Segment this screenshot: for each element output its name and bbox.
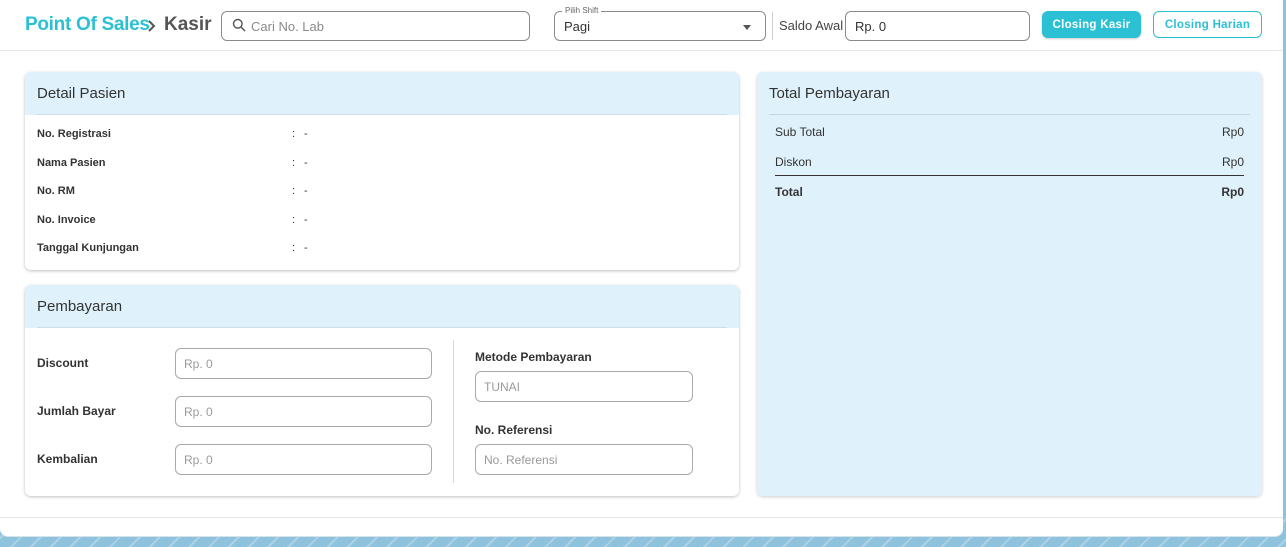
no-referensi-input[interactable]	[475, 444, 693, 475]
kembalian-label: Kembalian	[37, 452, 98, 466]
pembayaran-title: Pembayaran	[37, 298, 123, 315]
metode-pembayaran-input[interactable]	[475, 371, 693, 402]
divider	[37, 114, 727, 115]
detail-value-no-registrasi: -	[304, 128, 308, 140]
total-pembayaran-panel: Total Pembayaran Sub Total Rp0 Diskon Rp…	[757, 72, 1262, 496]
detail-label-tanggal-kunjungan: Tanggal Kunjungan	[37, 242, 139, 254]
breadcrumb-separator	[147, 14, 157, 39]
search-icon	[232, 18, 246, 32]
closing-harian-button[interactable]: Closing Harian	[1153, 11, 1262, 38]
total-label: Total	[775, 185, 803, 199]
shift-select-label: Pilih Shift	[562, 6, 602, 15]
caret-down-icon[interactable]	[743, 25, 751, 30]
metode-pembayaran-label: Metode Pembayaran	[475, 350, 592, 364]
detail-value-no-rm: -	[304, 185, 308, 197]
detail-value-tanggal-kunjungan: -	[304, 242, 308, 254]
detail-value-no-invoice: -	[304, 214, 308, 226]
diskon-label: Diskon	[775, 155, 812, 169]
no-referensi-label: No. Referensi	[475, 423, 553, 437]
jumlah-bayar-input[interactable]	[175, 396, 432, 427]
main-card: Point Of Sales Kasir Pilih Shift Pagi Sa…	[0, 0, 1283, 537]
shift-select[interactable]: Pilih Shift Pagi	[554, 6, 766, 41]
detail-pasien-title: Detail Pasien	[37, 85, 126, 102]
divider	[769, 114, 1250, 115]
detail-colon: :	[292, 214, 296, 226]
total-divider	[775, 175, 1244, 176]
detail-pasien-panel: Detail Pasien No. Registrasi : - Nama Pa…	[25, 72, 739, 270]
detail-label-nama-pasien: Nama Pasien	[37, 157, 106, 169]
header-divider	[772, 12, 773, 40]
brand-title[interactable]: Point Of Sales	[25, 14, 150, 36]
pembayaran-column-divider	[453, 340, 454, 483]
footer-divider	[0, 517, 1283, 518]
search-field[interactable]	[221, 11, 530, 41]
discount-label: Discount	[37, 356, 89, 370]
detail-value-nama-pasien: -	[304, 157, 308, 169]
detail-label-no-registrasi: No. Registrasi	[37, 128, 111, 140]
kembalian-input[interactable]	[175, 444, 432, 475]
detail-colon: :	[292, 185, 296, 197]
sub-total-label: Sub Total	[775, 125, 825, 139]
search-input[interactable]	[251, 12, 521, 40]
closing-kasir-button[interactable]: Closing Kasir	[1042, 11, 1141, 38]
shift-select-value: Pagi	[564, 19, 591, 34]
discount-input[interactable]	[175, 348, 432, 379]
detail-colon: :	[292, 242, 296, 254]
total-value: Rp0	[1221, 185, 1244, 199]
sub-total-value: Rp0	[1221, 125, 1244, 139]
top-bar: Point Of Sales Kasir Pilih Shift Pagi Sa…	[0, 0, 1283, 51]
pembayaran-panel: Pembayaran Discount Jumlah Bayar Kembali…	[25, 285, 739, 496]
detail-label-no-rm: No. RM	[37, 185, 75, 197]
saldo-awal-input[interactable]	[845, 11, 1030, 41]
saldo-awal-label: Saldo Awal	[779, 18, 844, 33]
detail-colon: :	[292, 157, 296, 169]
detail-colon: :	[292, 128, 296, 140]
total-pembayaran-title: Total Pembayaran	[769, 85, 890, 102]
detail-label-no-invoice: No. Invoice	[37, 214, 96, 226]
jumlah-bayar-label: Jumlah Bayar	[37, 404, 116, 418]
pembayaran-header: Pembayaran	[25, 285, 739, 328]
detail-pasien-header: Detail Pasien	[25, 72, 739, 115]
divider	[37, 327, 727, 328]
page-title: Kasir	[164, 14, 212, 35]
diskon-value: Rp0	[1221, 155, 1244, 169]
